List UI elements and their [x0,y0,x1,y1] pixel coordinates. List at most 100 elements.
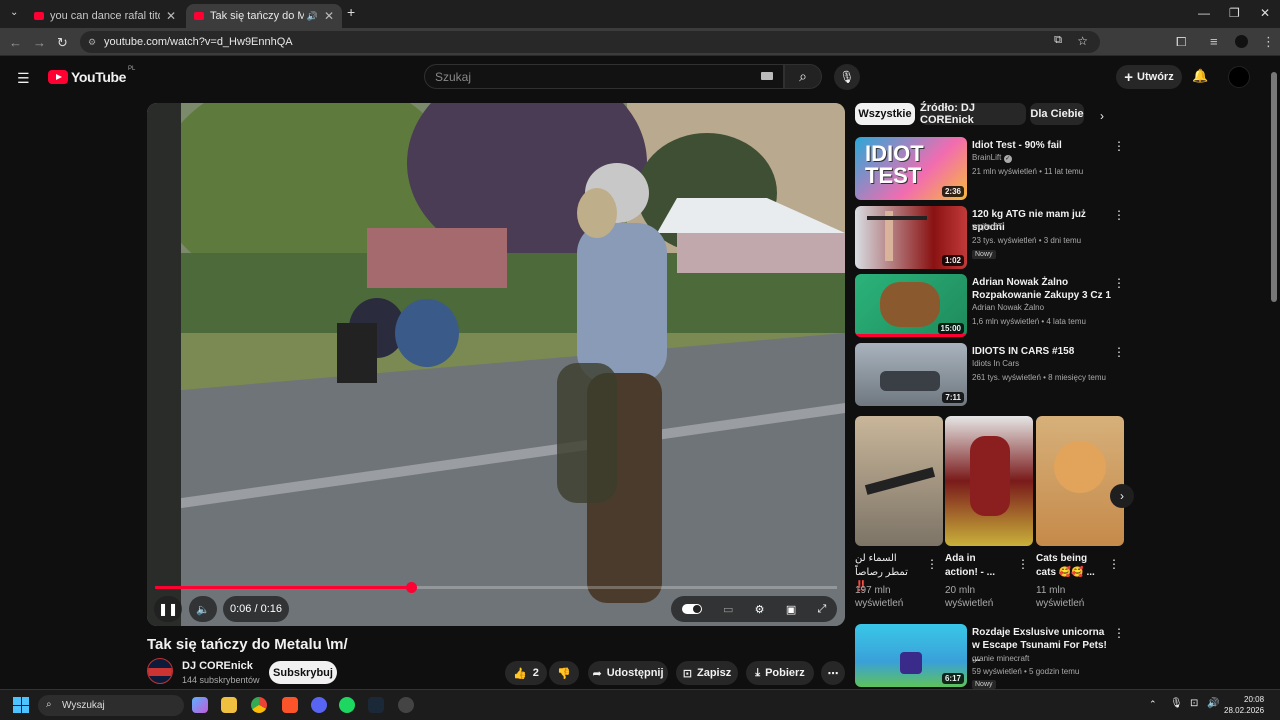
discord-icon[interactable] [311,697,327,713]
minimize-icon[interactable]: — [1198,6,1210,20]
recommended-video[interactable]: 15:00 Adrian Nowak Żalno Rozpakowanie Za… [855,274,1127,338]
more-vertical-icon[interactable]: ⋮ [926,557,938,571]
install-app-icon[interactable]: ⧉ [1054,34,1062,47]
youtube-logo[interactable]: YouTube PL [48,66,135,85]
keyboard-icon[interactable] [761,72,773,80]
bookmark-star-icon[interactable]: ☆ [1077,34,1088,48]
video-thumbnail[interactable]: 1:02 [855,206,967,269]
back-icon[interactable]: ← [9,35,22,50]
pause-button[interactable]: ❚❚ [154,596,182,622]
save-button[interactable]: ⊡ Zapisz [676,661,738,685]
share-button[interactable]: ➦ Udostępnij [588,661,668,685]
short-thumbnail[interactable] [945,416,1033,546]
video-thumbnail[interactable]: 7:11 [855,343,967,406]
subtitles-icon[interactable]: ▭ [723,603,733,616]
site-info-icon[interactable]: ⚙ [88,37,96,48]
app-icon[interactable] [398,697,414,713]
video-thumbnail[interactable]: 15:00 [855,274,967,337]
taskbar-search[interactable]: ⌕ Wyszukaj [38,695,184,716]
more-vertical-icon[interactable]: ⋮ [1017,557,1029,571]
dislike-button[interactable]: 👎 [549,661,579,685]
taskbar-clock[interactable]: 20:08 28.02.2026 [1224,694,1264,716]
recommended-video[interactable]: 6:17 Rozdaje Exslusive unicorna w Escape… [855,624,1127,689]
channel-name[interactable]: DJ COREnick [182,660,253,672]
youtube-favicon-icon [194,12,204,20]
thumbs-down-icon: 👎 [557,667,571,680]
channel-avatar[interactable] [147,658,173,684]
voice-search-button[interactable]: 🎙 [834,64,860,90]
like-count: 2 [532,667,539,679]
more-vertical-icon[interactable]: ⋮ [1113,626,1125,640]
search-input[interactable]: Szukaj [424,64,784,89]
microphone-icon[interactable]: 🎙 [1170,698,1183,709]
video-thumbnail[interactable]: IDIOT TEST 2:36 [855,137,967,200]
menu-kebab-icon[interactable]: ⋮ [1262,34,1275,50]
notifications-bell-icon[interactable]: 🔔 [1192,68,1208,84]
more-vertical-icon[interactable]: ⋮ [1113,276,1125,290]
download-button[interactable]: ⤓ Pobierz [746,661,814,685]
windows-taskbar: ⌕ Wyszukaj ⌃ 🎙 ⊡ 🔊 20:08 28.02.2026 [0,689,1280,720]
reload-icon[interactable]: ↻ [57,35,68,51]
more-vertical-icon[interactable]: ⋮ [1113,208,1125,222]
short-views: 197 mln wyświetleń [855,585,904,609]
address-bar[interactable]: ⚙ youtube.com/watch?v=d_Hw9EnnhQA ⧉ ☆ [80,31,1100,53]
search-button[interactable]: ⌕ [784,64,822,89]
chrome-icon[interactable] [251,697,267,713]
network-icon[interactable]: ⊡ [1190,698,1198,709]
mute-button[interactable]: 🔈 [189,596,217,622]
tab-1[interactable]: you can dance rafal tito - YouTube ✕ [26,4,184,28]
close-tab-icon[interactable]: ✕ [324,9,334,23]
more-actions-button[interactable]: ⋯ [821,661,845,685]
download-label: Pobierz [765,667,805,679]
recommended-video[interactable]: 1:02 120 kg ATG nie mam już spodni wojfe… [855,206,1127,270]
video-thumbnail[interactable]: 6:17 [855,624,967,687]
chip-all[interactable]: Wszystkie [855,103,915,125]
hamburger-menu-icon[interactable]: ☰ [17,70,30,87]
new-tab-icon[interactable]: + [347,4,355,20]
media-control-icon[interactable]: ≡ [1210,34,1218,49]
audio-playing-icon[interactable]: 🔊 [307,11,318,22]
chip-for-you[interactable]: Dla Ciebie [1030,103,1084,125]
progress-bar[interactable] [155,582,837,593]
short-thumbnail[interactable] [1036,416,1124,546]
search-placeholder: Szukaj [435,69,472,84]
more-vertical-icon[interactable]: ⋮ [1108,557,1120,571]
fullscreen-icon[interactable]: ⤢ [818,603,827,616]
progress-scrubber[interactable] [405,582,417,593]
account-avatar[interactable] [1228,66,1250,88]
scrollbar-thumb[interactable] [1271,72,1277,302]
copilot-icon[interactable] [192,697,208,713]
recommended-video[interactable]: IDIOT TEST 2:36 Idiot Test - 90% fail Bra… [855,137,1127,201]
youtube-favicon-icon [34,12,44,20]
close-tab-icon[interactable]: ✕ [166,9,176,23]
file-explorer-icon[interactable] [221,697,237,713]
recommended-video[interactable]: 7:11 IDIOTS IN CARS #158 Idiots In Cars … [855,343,1127,407]
autoplay-toggle-icon[interactable] [681,604,702,614]
shorts-next-button[interactable]: › [1110,484,1134,508]
like-button[interactable]: 👍 2 [505,661,547,685]
create-button[interactable]: + Utwórz [1116,65,1182,89]
close-window-icon[interactable]: ✕ [1260,6,1270,20]
settings-gear-icon[interactable]: ⚙ [755,603,765,616]
profile-avatar[interactable] [1235,35,1248,48]
extensions-icon[interactable]: ⧠ [1176,34,1186,50]
theater-mode-icon[interactable]: ▣ [786,603,796,616]
chip-from-channel[interactable]: Źródło: DJ COREnick [920,102,1026,126]
forward-icon[interactable]: → [33,35,46,50]
more-vertical-icon[interactable]: ⋮ [1113,139,1125,153]
show-hidden-icons-chevron-icon[interactable]: ⌃ [1149,699,1157,710]
chevron-right-icon[interactable]: › [1100,109,1104,123]
restore-icon[interactable]: ❐ [1229,6,1240,20]
tab-search-icon[interactable]: ⌄ [10,7,18,18]
spotify-icon[interactable] [339,697,355,713]
brave-icon[interactable] [282,697,298,713]
more-vertical-icon[interactable]: ⋮ [1113,345,1125,359]
page-scrollbar[interactable] [1271,58,1277,690]
subscribe-button[interactable]: Subskrybuj [269,661,337,684]
windows-start-icon[interactable] [13,697,29,713]
short-thumbnail[interactable] [855,416,943,546]
tab-2[interactable]: Tak się tańczy do Metalu \m/ 🔊 ✕ [186,4,342,28]
video-player[interactable]: ❚❚ 🔈 0:06 / 0:16 ▭ ⚙ ▣ ⤢ [147,103,845,626]
speaker-icon[interactable]: 🔊 [1207,698,1219,709]
steam-icon[interactable] [368,697,384,713]
